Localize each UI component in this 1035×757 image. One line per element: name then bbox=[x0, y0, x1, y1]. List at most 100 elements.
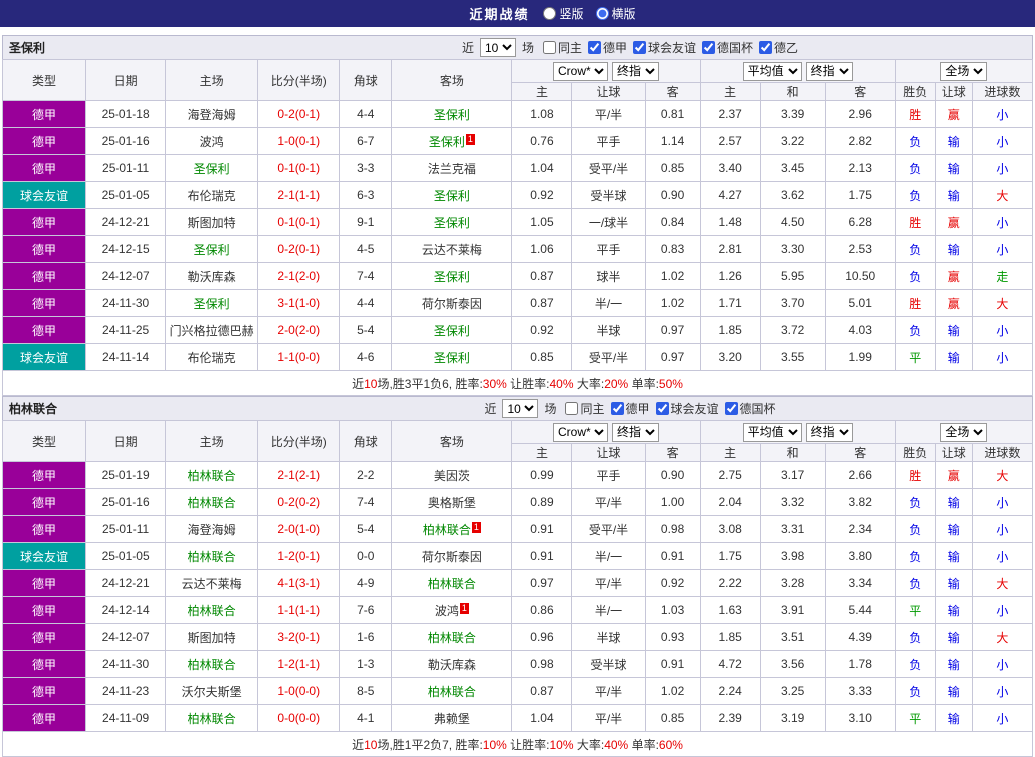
result-outcome: 负 bbox=[894, 542, 936, 570]
avg-home: 2.04 bbox=[699, 488, 761, 516]
summary-row: 近10场,胜1平2负7, 胜率:10% 让胜率:10% 大率:40% 单率:60… bbox=[2, 731, 1033, 757]
corner-score: 0-0 bbox=[339, 542, 393, 570]
avg-stage-select[interactable]: 终指 bbox=[805, 422, 853, 442]
match-score: 2-0(1-0) bbox=[257, 515, 341, 543]
result-goals: 小 bbox=[971, 316, 1034, 344]
match-date: 25-01-18 bbox=[85, 100, 167, 128]
team-name-text: 圣保利 bbox=[433, 350, 470, 365]
result-handicap-bet: 输 bbox=[934, 235, 973, 263]
layout-radio-vertical[interactable]: 竖版 bbox=[543, 5, 584, 22]
filter-checkbox-input-club-friendly[interactable] bbox=[633, 40, 646, 54]
avg-draw: 3.25 bbox=[759, 677, 826, 705]
league-cell: 德甲 bbox=[1, 262, 87, 290]
match-row: 德甲 24-12-07 勒沃库森 2-1(2-0) 7-4 圣保利 0.87 球… bbox=[1, 262, 1034, 290]
col-header-handicap-result: 让球 bbox=[934, 443, 973, 462]
result-handicap-bet: 输 bbox=[934, 650, 973, 678]
section-head: 柏林联合 近 10 场 同主 德甲 球会友谊 德国杯 bbox=[2, 396, 1033, 420]
avg-home: 1.48 bbox=[699, 208, 761, 236]
team-name-text: 奥格斯堡 bbox=[427, 495, 476, 510]
odds-stage-select[interactable]: 终指 bbox=[612, 61, 660, 81]
avg-select-group: 平均值 终指 bbox=[699, 59, 896, 83]
layout-radio-horizontal[interactable]: 横版 bbox=[595, 5, 636, 22]
team-name-text: 柏林联合 bbox=[427, 684, 476, 699]
filter-checkbox-input-bundesliga[interactable] bbox=[587, 40, 601, 54]
match-score: 2-1(1-1) bbox=[257, 181, 341, 209]
avg-type-select[interactable]: 平均值 bbox=[742, 61, 802, 81]
filter-checkbox-input-same-home[interactable] bbox=[565, 401, 579, 415]
filter-checkbox-same-home[interactable]: 同主 bbox=[537, 39, 582, 56]
away-team: 波鸿 1 bbox=[391, 596, 513, 624]
away-team: 勒沃库森 bbox=[391, 650, 513, 678]
col-header-away: 客场 bbox=[391, 420, 513, 462]
result-handicap-bet: 赢 bbox=[934, 461, 973, 489]
team-name-text: 勒沃库森 bbox=[427, 657, 476, 672]
filter-checkbox-club-friendly[interactable]: 球会友谊 bbox=[627, 39, 696, 56]
filter-checkbox-club-friendly[interactable]: 球会友谊 bbox=[650, 400, 719, 417]
filter-checkbox-input-club-friendly[interactable] bbox=[655, 401, 669, 415]
away-team: 柏林联合 1 bbox=[391, 515, 513, 543]
filter-checkbox-input-dfb-pokal[interactable] bbox=[702, 40, 716, 54]
home-team: 沃尔夫斯堡 bbox=[165, 677, 259, 705]
result-handicap-bet: 输 bbox=[934, 488, 973, 516]
corner-score: 4-4 bbox=[339, 100, 393, 128]
layout-radio-input-vertical[interactable] bbox=[543, 7, 557, 20]
odds-handicap: 平/半 bbox=[571, 704, 646, 732]
result-goals: 走 bbox=[971, 262, 1034, 290]
corner-score: 7-4 bbox=[339, 262, 393, 290]
team-name-text: 圣保利 bbox=[193, 296, 230, 311]
match-score: 3-1(1-0) bbox=[257, 289, 341, 317]
layout-radio-input-horizontal[interactable] bbox=[595, 7, 609, 20]
filter-checkbox-bundesliga2[interactable]: 德乙 bbox=[753, 39, 798, 56]
corner-score: 4-4 bbox=[339, 289, 393, 317]
avg-away: 3.10 bbox=[824, 704, 896, 732]
odds-select-group: Crow* 终指 bbox=[511, 420, 701, 444]
scope-select[interactable]: 全场 bbox=[940, 61, 988, 81]
odds-stage-select[interactable]: 终指 bbox=[612, 422, 660, 442]
filter-checkbox-input-bundesliga[interactable] bbox=[610, 401, 624, 415]
filter-checkbox-input-same-home[interactable] bbox=[542, 40, 556, 54]
odds-away: 1.03 bbox=[644, 596, 701, 624]
filter-checkbox-input-dfb-pokal[interactable] bbox=[724, 401, 738, 415]
league-cell: 德甲 bbox=[1, 488, 87, 516]
team-name-text: 云达不莱梅 bbox=[181, 576, 242, 591]
col-header-odds-home: 主 bbox=[511, 443, 573, 462]
scope-select[interactable]: 全场 bbox=[940, 422, 988, 442]
avg-draw: 3.51 bbox=[759, 623, 826, 651]
corner-score: 9-1 bbox=[339, 208, 393, 236]
odds-home: 0.76 bbox=[511, 127, 573, 155]
odds-company-select[interactable]: Crow* bbox=[553, 61, 609, 81]
col-header-league: 类型 bbox=[1, 420, 87, 462]
filter-checkbox-bundesliga[interactable]: 德甲 bbox=[582, 39, 627, 56]
odds-home: 0.92 bbox=[511, 181, 573, 209]
filter-checkbox-bundesliga[interactable]: 德甲 bbox=[605, 400, 650, 417]
odds-handicap: 平手 bbox=[571, 461, 646, 489]
avg-type-select[interactable]: 平均值 bbox=[742, 422, 802, 442]
result-handicap-bet: 输 bbox=[934, 704, 973, 732]
corner-score: 6-3 bbox=[339, 181, 393, 209]
corner-score: 4-1 bbox=[339, 704, 393, 732]
col-header-avg-away: 客 bbox=[824, 443, 896, 462]
avg-home: 2.22 bbox=[699, 569, 761, 597]
avg-away: 10.50 bbox=[824, 262, 896, 290]
match-count-select[interactable]: 10 bbox=[502, 399, 539, 418]
away-team: 圣保利 1 bbox=[391, 127, 513, 155]
avg-home: 1.85 bbox=[699, 316, 761, 344]
filter-checkbox-dfb-pokal[interactable]: 德国杯 bbox=[696, 39, 753, 56]
team-name-text: 柏林联合 bbox=[427, 576, 476, 591]
filter-checkbox-same-home[interactable]: 同主 bbox=[559, 400, 605, 417]
avg-away: 5.01 bbox=[824, 289, 896, 317]
match-count-select[interactable]: 10 bbox=[479, 38, 516, 57]
avg-draw: 3.98 bbox=[759, 542, 826, 570]
odds-home: 0.87 bbox=[511, 289, 573, 317]
league-cell: 德甲 bbox=[1, 154, 87, 182]
avg-home: 1.75 bbox=[699, 542, 761, 570]
result-outcome: 平 bbox=[894, 596, 936, 624]
col-header-league: 类型 bbox=[1, 59, 87, 101]
league-cell: 德甲 bbox=[1, 650, 87, 678]
filter-checkbox-dfb-pokal[interactable]: 德国杯 bbox=[719, 400, 776, 417]
corner-score: 6-7 bbox=[339, 127, 393, 155]
avg-stage-select[interactable]: 终指 bbox=[805, 61, 853, 81]
filter-checkbox-input-bundesliga2[interactable] bbox=[759, 40, 773, 54]
odds-company-select[interactable]: Crow* bbox=[553, 422, 609, 442]
summary-segment: 10 bbox=[364, 737, 378, 752]
